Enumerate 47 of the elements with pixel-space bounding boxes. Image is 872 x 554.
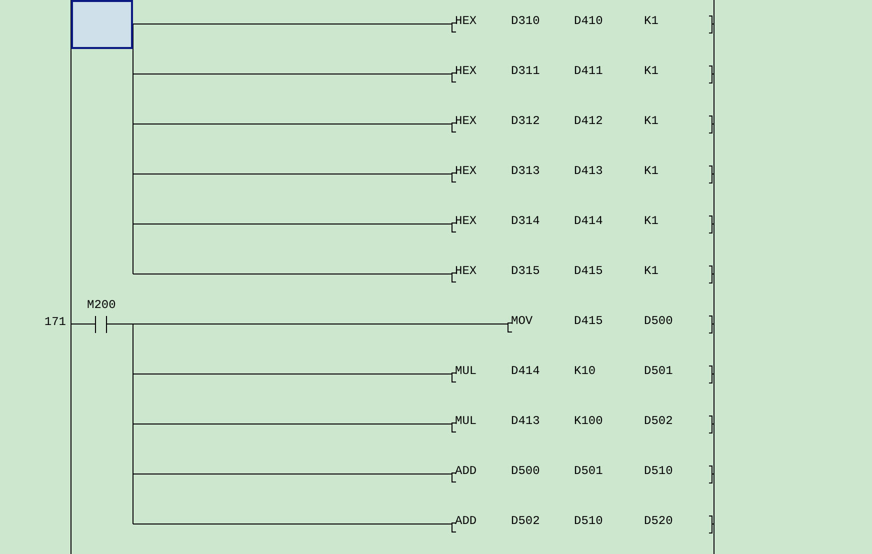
operand: K100	[574, 414, 603, 428]
instruction-mnemonic: HEX	[455, 264, 477, 278]
operand: K1	[644, 64, 658, 78]
operand: D412	[574, 114, 603, 128]
operand: K1	[644, 164, 658, 178]
contact-label: M200	[87, 298, 116, 312]
instruction-mnemonic: HEX	[455, 64, 477, 78]
operand: D500	[644, 314, 673, 328]
instruction-mnemonic: MUL	[455, 414, 477, 428]
instruction-mnemonic: HEX	[455, 14, 477, 28]
operand: D415	[574, 314, 603, 328]
operand: D414	[511, 364, 540, 378]
operand: D520	[644, 514, 673, 528]
operand: D411	[574, 64, 603, 78]
contact-icon[interactable]	[95, 316, 107, 333]
operand: D310	[511, 14, 540, 28]
operand: K1	[644, 114, 658, 128]
operand: D502	[511, 514, 540, 528]
operand: D413	[511, 414, 540, 428]
cursor-box[interactable]	[71, 0, 133, 49]
operand: D510	[574, 514, 603, 528]
operand: K1	[644, 214, 658, 228]
instruction-mnemonic: MOV	[511, 314, 533, 328]
operand: D312	[511, 114, 540, 128]
instruction-mnemonic: MUL	[455, 364, 477, 378]
operand: D311	[511, 64, 540, 78]
operand: D501	[574, 464, 603, 478]
operand: D500	[511, 464, 540, 478]
operand: D313	[511, 164, 540, 178]
operand: D410	[574, 14, 603, 28]
instruction-mnemonic: ADD	[455, 514, 477, 528]
operand: D502	[644, 414, 673, 428]
operand: D413	[574, 164, 603, 178]
operand: K10	[574, 364, 596, 378]
operand: K1	[644, 264, 658, 278]
instruction-mnemonic: HEX	[455, 164, 477, 178]
operand: D501	[644, 364, 673, 378]
operand: D315	[511, 264, 540, 278]
operand: K1	[644, 14, 658, 28]
instruction-mnemonic: ADD	[455, 464, 477, 478]
operand: D415	[574, 264, 603, 278]
instruction-mnemonic: HEX	[455, 114, 477, 128]
operand: D314	[511, 214, 540, 228]
instruction-mnemonic: HEX	[455, 214, 477, 228]
step-number: 171	[43, 315, 66, 329]
operand: D414	[574, 214, 603, 228]
operand: D510	[644, 464, 673, 478]
